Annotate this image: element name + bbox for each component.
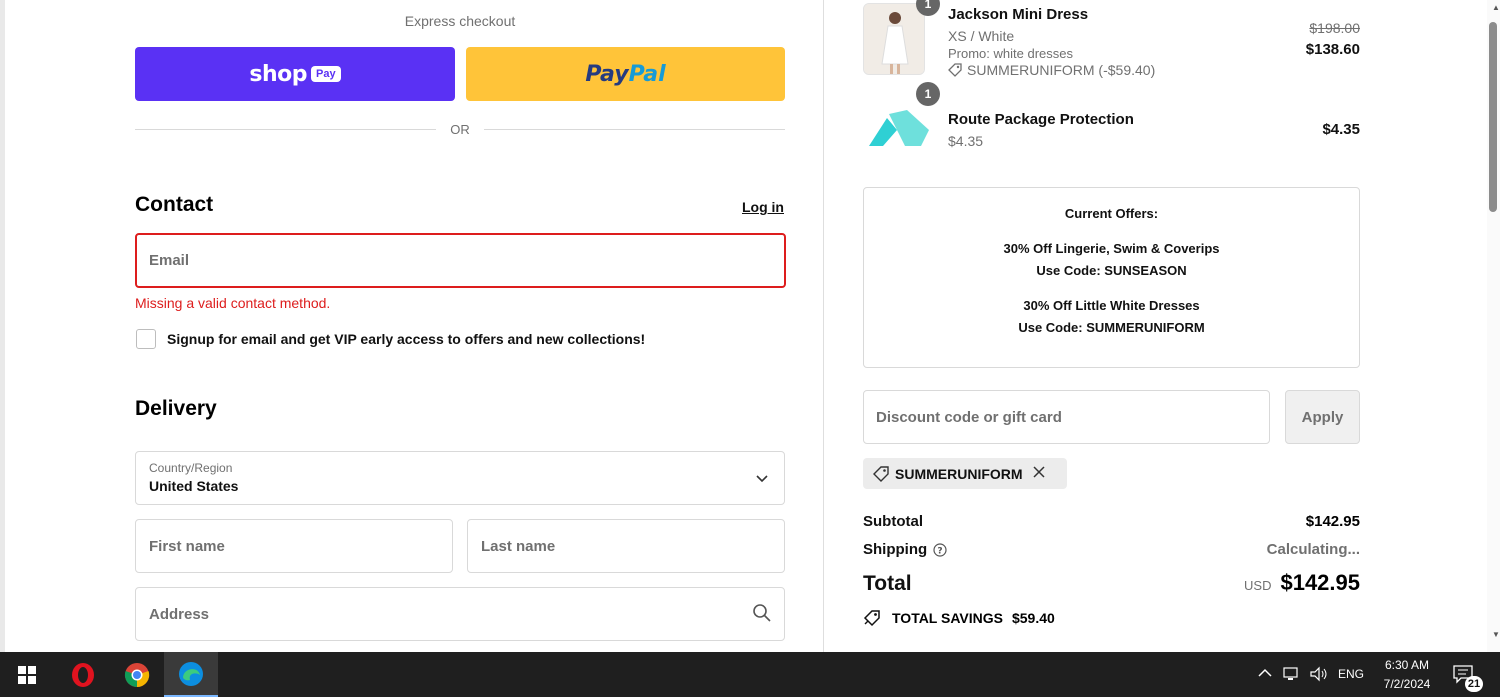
checkout-form-panel: Express checkout shop Pay Pay Pal OR Cont… (5, 0, 823, 652)
language-indicator[interactable]: ENG (1338, 667, 1364, 681)
savings-tag-icon (863, 610, 880, 627)
route-logo-icon (863, 100, 933, 156)
taskbar-clock[interactable]: 6:30 AM 7/2/2024 (1372, 656, 1442, 694)
total-currency: USD (1244, 578, 1272, 593)
show-hidden-icons-chevron-icon[interactable] (1258, 666, 1272, 681)
item-discount-tag: SUMMERUNIFORM (-$59.40) (948, 62, 1155, 78)
item-name: Jackson Mini Dress (948, 6, 1089, 23)
shop-pay-button[interactable]: shop Pay (135, 47, 455, 101)
express-checkout-title: Express checkout (404, 13, 516, 29)
email-field[interactable] (135, 233, 786, 288)
offer-code: Use Code: SUMMERUNIFORM (1018, 320, 1205, 335)
applied-discount-tag: SUMMERUNIFORM (863, 458, 1067, 489)
savings-value: $59.40 (1011, 610, 1055, 626)
signup-checkbox[interactable] (136, 329, 156, 349)
country-label: Country/Region (149, 461, 233, 475)
windows-taskbar: ENG 6:30 AM 7/2/2024 21 (0, 652, 1500, 697)
divider-line (483, 128, 785, 130)
paypal-logo-part1: Pay (585, 61, 629, 87)
total-savings-row: TOTAL SAVINGS $59.40 (863, 609, 1055, 627)
product-thumbnail (863, 3, 925, 75)
item-name: Route Package Protection (948, 111, 1134, 128)
signup-label: Signup for email and get VIP early acces… (167, 331, 646, 347)
address-field[interactable] (135, 587, 785, 641)
shipping-label: Shipping (863, 541, 928, 558)
total-amount: USD $142.95 (1200, 570, 1360, 596)
remove-discount-close-icon[interactable] (1033, 465, 1045, 483)
email-error-message: Missing a valid contact method. (135, 295, 331, 311)
item-quantity-badge: 1 (916, 82, 940, 106)
chrome-browser-icon[interactable] (110, 652, 164, 697)
country-select[interactable]: Country/Region United States (135, 451, 785, 505)
paypal-logo-part2: Pal (628, 61, 666, 87)
browser-viewport: Express checkout shop Pay Pay Pal OR Cont… (0, 0, 1500, 652)
shop-pay-logo-text: shop (249, 61, 308, 87)
shop-pay-pill: Pay (311, 66, 341, 82)
item-price: $138.60 (1305, 41, 1360, 58)
delivery-heading: Delivery (135, 397, 217, 420)
or-divider: OR (135, 120, 785, 138)
edge-browser-icon[interactable] (164, 652, 218, 697)
volume-icon[interactable] (1309, 666, 1329, 685)
applied-code-label: SUMMERUNIFORM (895, 465, 1023, 482)
total-label: Total (863, 572, 912, 595)
last-name-field[interactable] (467, 519, 785, 573)
signup-row: Signup for email and get VIP early acces… (136, 329, 645, 349)
apply-button[interactable]: Apply (1285, 390, 1360, 444)
item-price: $4.35 (1322, 121, 1360, 138)
item-discount-text: SUMMERUNIFORM (-$59.40) (967, 62, 1156, 78)
discount-code-field[interactable] (863, 390, 1270, 444)
offer-text: 30% Off Little White Dresses (1023, 298, 1200, 313)
scrollbar-thumb[interactable] (1489, 22, 1497, 212)
scroll-up-arrow-icon[interactable]: ▲ (1487, 3, 1500, 12)
chevron-down-icon (756, 470, 768, 486)
divider-line (135, 128, 437, 130)
item-variant: XS / White (948, 28, 1015, 44)
windows-start-icon[interactable] (0, 652, 54, 697)
clock-time: 6:30 AM (1384, 658, 1430, 672)
login-link[interactable]: Log in (742, 199, 784, 215)
offers-title: Current Offers: (1064, 206, 1159, 221)
country-value: United States (149, 478, 239, 494)
dress-image (864, 4, 924, 74)
paypal-button[interactable]: Pay Pal (466, 47, 785, 101)
tag-icon (873, 465, 889, 482)
opera-browser-icon[interactable] (56, 652, 110, 697)
subtotal-value: $142.95 (1305, 513, 1360, 530)
item-promo: Promo: white dresses (948, 46, 1073, 61)
clock-date: 7/2/2024 (1383, 677, 1431, 691)
scroll-down-arrow-icon[interactable]: ▼ (1487, 630, 1500, 639)
contact-heading: Contact (135, 193, 214, 216)
savings-label: TOTAL SAVINGS (892, 610, 1003, 626)
info-icon[interactable]: ? (933, 542, 947, 557)
tag-icon (948, 63, 962, 77)
offer-text: 30% Off Lingerie, Swim & Coverips (1003, 241, 1220, 256)
subtotal-label: Subtotal (863, 513, 923, 530)
network-icon[interactable] (1283, 666, 1301, 685)
item-original-price: $198.00 (1309, 20, 1360, 36)
notification-count-badge: 21 (1465, 676, 1483, 692)
or-label: OR (450, 121, 470, 137)
shipping-row: Shipping ? (863, 541, 947, 558)
shipping-value: Calculating... (1266, 541, 1360, 558)
offer-code: Use Code: SUNSEASON (1036, 263, 1187, 278)
total-value: $142.95 (1280, 570, 1360, 595)
first-name-field[interactable] (135, 519, 453, 573)
item-variant: $4.35 (948, 133, 984, 149)
search-icon (753, 604, 771, 622)
current-offers-box: Current Offers: 30% Off Lingerie, Swim &… (863, 187, 1360, 368)
svg-text:?: ? (938, 546, 943, 556)
